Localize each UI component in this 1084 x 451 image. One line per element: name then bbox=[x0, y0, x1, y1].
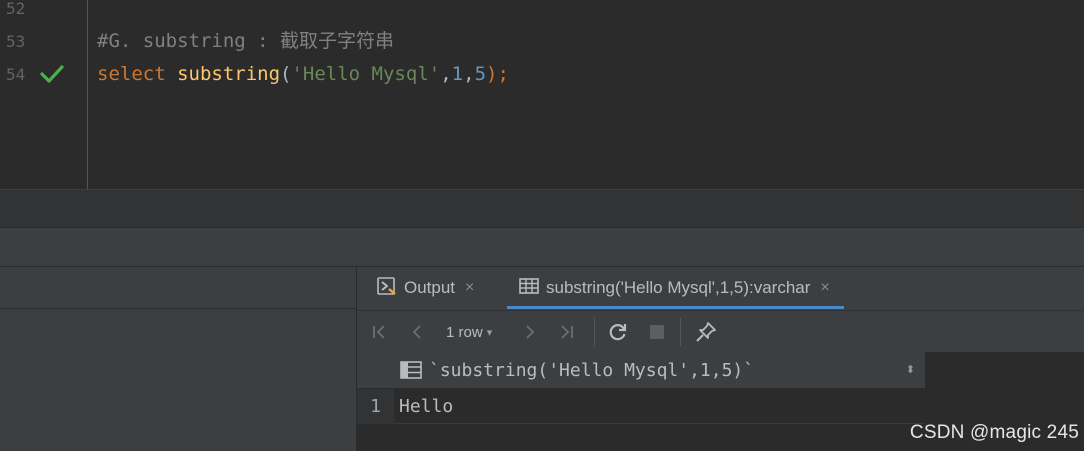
row-count-label: 1 row bbox=[446, 323, 483, 341]
toolbar-separator bbox=[680, 318, 681, 346]
code-editor[interactable]: 52 53 #G. substring : 截取子字符串 54 select s… bbox=[0, 0, 1084, 189]
table-icon bbox=[519, 277, 539, 299]
row-number: 1 bbox=[357, 389, 394, 424]
close-icon[interactable]: × bbox=[820, 279, 829, 297]
sql-string: 'Hello Mysql' bbox=[291, 63, 441, 85]
sql-number: 1 bbox=[451, 63, 464, 85]
active-tab-indicator bbox=[507, 306, 844, 309]
stop-icon[interactable] bbox=[645, 311, 669, 353]
code-comment: #G. substring : 截取子字符串 bbox=[97, 30, 395, 52]
result-toolbar: 1 row ▾ bbox=[357, 310, 1084, 352]
first-page-button[interactable] bbox=[367, 311, 391, 353]
sql-comma: , bbox=[440, 63, 452, 85]
editor-line-52[interactable]: 52 bbox=[0, 0, 1084, 25]
row-count-dropdown[interactable]: 1 row ▾ bbox=[446, 311, 492, 353]
refresh-icon[interactable] bbox=[605, 311, 631, 353]
editor-line-54[interactable]: 54 select substring('Hello Mysql',1,5); bbox=[0, 58, 1084, 91]
column-header[interactable]: `substring('Hello Mysql',1,5)` bbox=[429, 352, 754, 389]
tab-query-result-label: substring('Hello Mysql',1,5):varchar bbox=[546, 278, 811, 297]
checkmark-icon bbox=[40, 64, 64, 84]
table-cell[interactable]: Hello bbox=[399, 389, 453, 424]
grid-header: `substring('Hello Mysql',1,5)` ⬍ bbox=[357, 352, 925, 389]
column-icon bbox=[400, 361, 422, 384]
sql-keyword: select bbox=[97, 63, 178, 85]
result-grid[interactable]: `substring('Hello Mysql',1,5)` ⬍ 1 Hello bbox=[357, 352, 925, 451]
toolbar-separator bbox=[594, 318, 595, 346]
line-number: 53 bbox=[6, 32, 26, 51]
grid-empty-area bbox=[357, 425, 925, 451]
next-page-button[interactable] bbox=[518, 311, 542, 353]
sql-paren-open: ( bbox=[280, 63, 292, 85]
sql-paren-close: ); bbox=[486, 63, 509, 85]
services-tree-pane[interactable] bbox=[0, 267, 356, 451]
sql-statement: select substring('Hello Mysql',1,5); bbox=[97, 58, 509, 91]
line-number: 54 bbox=[6, 65, 26, 84]
chevron-down-icon: ▾ bbox=[486, 326, 493, 339]
pin-icon[interactable] bbox=[693, 311, 719, 353]
sql-number: 5 bbox=[474, 63, 487, 85]
tab-output-label: Output bbox=[404, 278, 456, 297]
watermark: CSDN @magic 245 bbox=[909, 422, 1079, 443]
sql-comma: , bbox=[463, 63, 475, 85]
line-number: 52 bbox=[6, 0, 26, 18]
panel-divider-bar bbox=[0, 227, 1084, 267]
services-tree-header bbox=[0, 267, 356, 309]
close-icon[interactable]: × bbox=[465, 279, 474, 297]
tab-output[interactable]: Output × bbox=[377, 267, 474, 309]
editor-line-53[interactable]: 53 #G. substring : 截取子字符串 bbox=[0, 25, 1084, 58]
table-row[interactable]: 1 Hello bbox=[357, 389, 925, 424]
previous-page-button[interactable] bbox=[405, 311, 429, 353]
console-output-icon bbox=[377, 276, 397, 300]
result-tabs: Output × substring('Hello Mysql',1,5):va… bbox=[357, 267, 1084, 309]
sort-icon[interactable]: ⬍ bbox=[906, 352, 915, 389]
editor-bottom-strip bbox=[0, 189, 1084, 227]
tab-query-result[interactable]: substring('Hello Mysql',1,5):varchar × bbox=[507, 267, 844, 309]
last-page-button[interactable] bbox=[555, 311, 579, 353]
sql-function: substring bbox=[177, 63, 281, 85]
